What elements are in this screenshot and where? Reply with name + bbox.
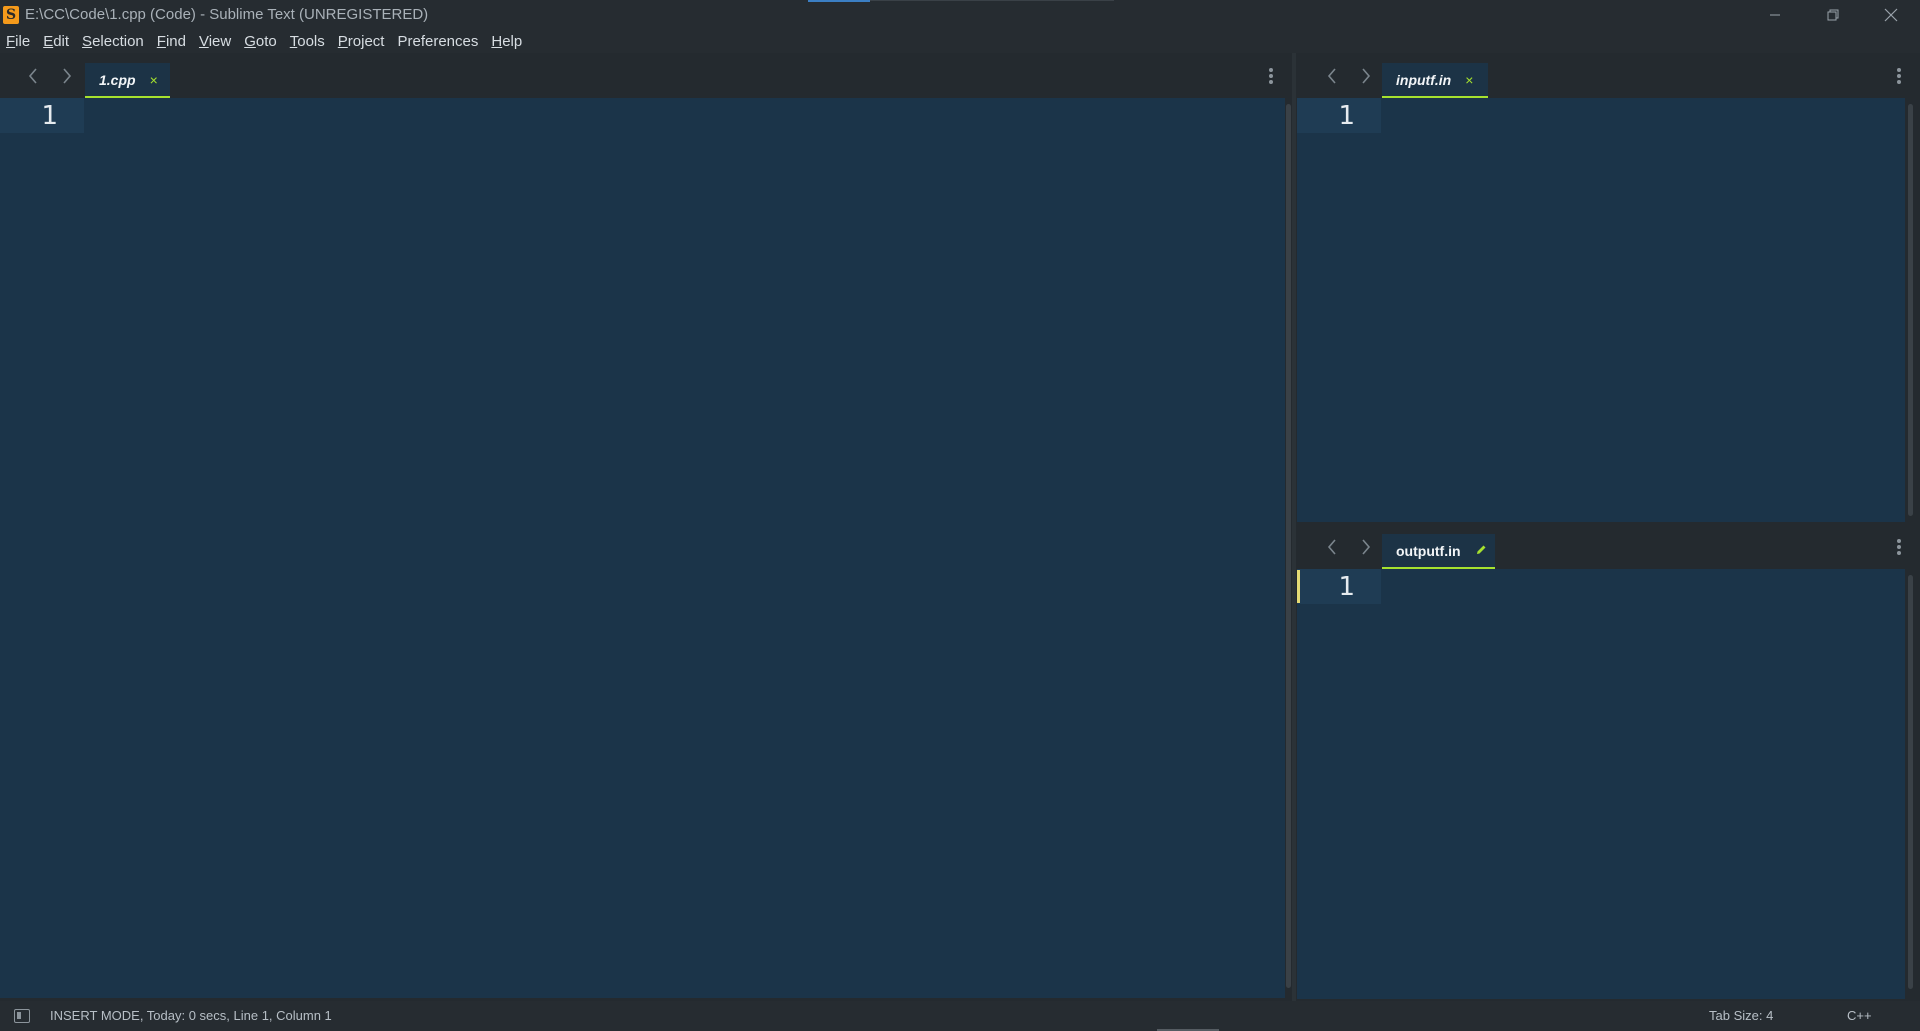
menu-bar: File Edit Selection Find View Goto Tools… bbox=[0, 29, 1920, 53]
pane-divider[interactable] bbox=[1292, 53, 1296, 1001]
tab-1-cpp[interactable]: 1.cpp × bbox=[85, 63, 170, 98]
minimize-icon bbox=[1770, 14, 1780, 15]
close-icon[interactable]: × bbox=[150, 73, 158, 87]
menu-tools[interactable]: Tools bbox=[290, 33, 325, 50]
left-scrollbar[interactable] bbox=[1286, 104, 1291, 988]
tab-label: outputf.in bbox=[1396, 542, 1461, 559]
line-number: 1 bbox=[1338, 101, 1355, 131]
gutter-line: 1 bbox=[0, 98, 84, 133]
window-controls bbox=[1746, 0, 1920, 29]
chevron-right-icon[interactable] bbox=[1355, 536, 1377, 558]
menu-find[interactable]: Find bbox=[157, 33, 186, 50]
more-options-icon[interactable] bbox=[1266, 65, 1276, 87]
window-title: E:\CC\Code\1.cpp (Code) - Sublime Text (… bbox=[25, 6, 429, 23]
editor-top-right[interactable]: 1 bbox=[1297, 98, 1905, 522]
sublime-logo-icon: S bbox=[3, 5, 19, 24]
tab-label: inputf.in bbox=[1396, 71, 1452, 88]
caret-marker bbox=[1297, 570, 1300, 603]
status-bar: INSERT MODE, Today: 0 secs, Line 1, Colu… bbox=[0, 1001, 1920, 1031]
chevron-right-icon[interactable] bbox=[1355, 65, 1377, 87]
gutter-line: 1 bbox=[1297, 98, 1381, 133]
menu-goto[interactable]: Goto bbox=[244, 33, 277, 50]
tab-outputf-in[interactable]: outputf.in bbox=[1382, 534, 1495, 569]
tab-label: 1.cpp bbox=[99, 71, 136, 88]
tab-size-selector[interactable]: Tab Size: 4 bbox=[1709, 1008, 1773, 1023]
chevron-right-icon[interactable] bbox=[56, 65, 78, 87]
editor-left[interactable]: 1 bbox=[0, 98, 1285, 998]
menu-help[interactable]: Help bbox=[491, 33, 522, 50]
chevron-left-icon[interactable] bbox=[22, 65, 44, 87]
line-number: 1 bbox=[1338, 572, 1355, 602]
chevron-left-icon[interactable] bbox=[1321, 536, 1343, 558]
menu-project[interactable]: Project bbox=[338, 33, 385, 50]
menu-file[interactable]: File bbox=[6, 33, 30, 50]
close-icon[interactable]: × bbox=[1465, 73, 1473, 87]
more-options-icon[interactable] bbox=[1894, 65, 1904, 87]
gutter-line: 1 bbox=[1297, 569, 1381, 604]
title-divider bbox=[870, 0, 1114, 1]
top-right-scrollbar[interactable] bbox=[1908, 104, 1913, 516]
tab-inputf-in[interactable]: inputf.in × bbox=[1382, 63, 1488, 98]
menu-view[interactable]: View bbox=[199, 33, 231, 50]
close-window-button[interactable] bbox=[1862, 0, 1920, 29]
menu-selection[interactable]: Selection bbox=[82, 33, 144, 50]
title-progress-indicator bbox=[808, 0, 870, 2]
more-options-icon[interactable] bbox=[1894, 536, 1904, 558]
left-tab-strip: 1.cpp × bbox=[0, 53, 1285, 98]
syntax-selector[interactable]: C++ bbox=[1847, 1008, 1872, 1023]
restore-icon bbox=[1827, 9, 1839, 20]
editor-bottom-right[interactable]: 1 bbox=[1297, 569, 1905, 999]
pencil-icon[interactable] bbox=[1475, 544, 1487, 558]
bottom-right-tab-strip: outputf.in bbox=[1297, 525, 1920, 569]
left-tab-nav bbox=[22, 65, 78, 87]
chevron-left-icon[interactable] bbox=[1321, 65, 1343, 87]
title-bar: S E:\CC\Code\1.cpp (Code) - Sublime Text… bbox=[0, 0, 1920, 29]
bottom-right-tab-nav bbox=[1321, 536, 1377, 558]
status-text: INSERT MODE, Today: 0 secs, Line 1, Colu… bbox=[50, 1008, 332, 1023]
line-number: 1 bbox=[41, 101, 58, 131]
top-right-tab-strip: inputf.in × bbox=[1297, 53, 1920, 98]
sidebar-toggle-icon[interactable] bbox=[14, 1009, 30, 1023]
bottom-right-scrollbar[interactable] bbox=[1908, 575, 1913, 989]
menu-edit[interactable]: Edit bbox=[43, 33, 69, 50]
top-right-tab-nav bbox=[1321, 65, 1377, 87]
close-icon bbox=[1884, 8, 1898, 21]
minimize-button[interactable] bbox=[1746, 0, 1804, 29]
menu-preferences[interactable]: Preferences bbox=[397, 33, 478, 50]
restore-button[interactable] bbox=[1804, 0, 1862, 29]
